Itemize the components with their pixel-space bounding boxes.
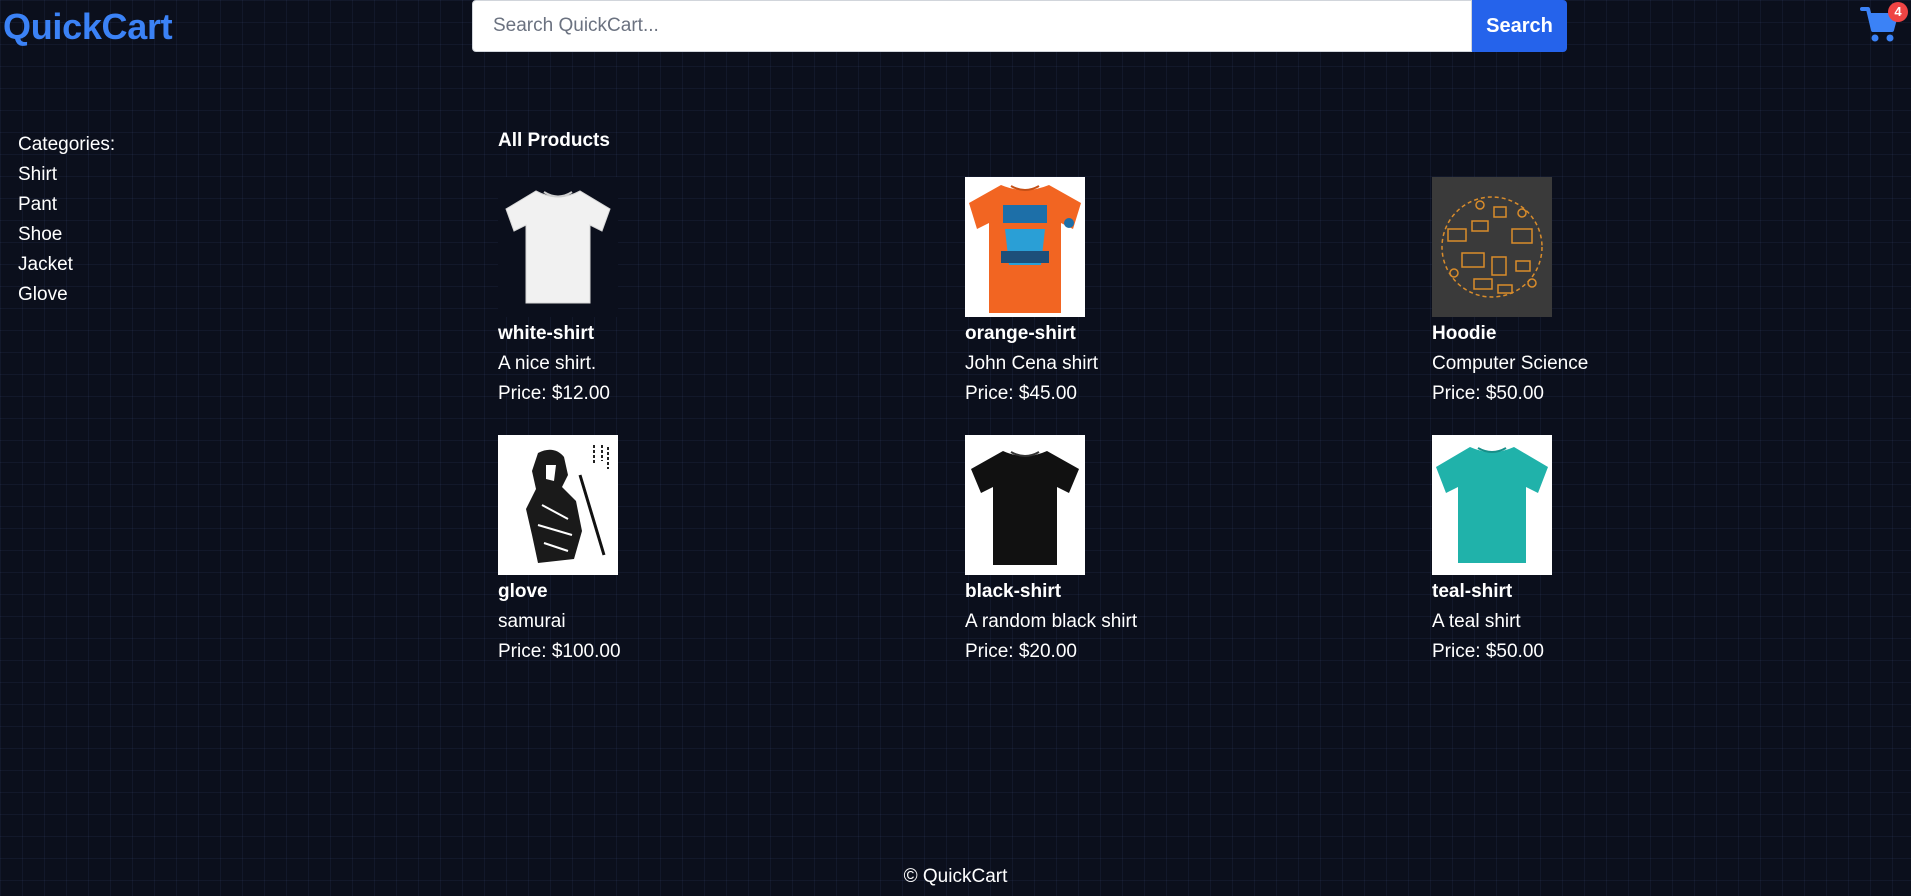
product-grid: white-shirt A nice shirt. Price: $12.00 …: [498, 177, 1898, 667]
teal-shirt-image[interactable]: [1432, 435, 1552, 575]
footer-copyright: © QuickCart: [903, 866, 1008, 887]
glove-image[interactable]: [498, 435, 618, 575]
product-description: A random black shirt: [965, 611, 1138, 632]
product-card[interactable]: teal-shirt A teal shirt Price: $50.00: [1432, 435, 1899, 667]
product-card[interactable]: glove samurai Price: $100.00: [498, 435, 965, 667]
site-logo[interactable]: QuickCart: [3, 6, 173, 48]
product-name: black-shirt: [965, 581, 1062, 602]
product-price: Price: $45.00: [965, 383, 1077, 404]
product-card[interactable]: black-shirt A random black shirt Price: …: [965, 435, 1432, 667]
search-bar: Search: [472, 0, 1567, 52]
page-title: All Products: [498, 130, 610, 151]
categories-heading: Categories:: [18, 134, 116, 155]
product-name: white-shirt: [498, 323, 595, 344]
product-description: A teal shirt: [1432, 611, 1521, 632]
product-price: Price: $50.00: [1432, 641, 1544, 662]
product-card[interactable]: Hoodie Computer Science Price: $50.00: [1432, 177, 1899, 409]
product-price: Price: $20.00: [965, 641, 1077, 662]
product-card[interactable]: white-shirt A nice shirt. Price: $12.00: [498, 177, 965, 409]
cart-button[interactable]: 4: [1860, 2, 1908, 46]
category-link-glove[interactable]: Glove: [18, 280, 115, 310]
product-price: Price: $50.00: [1432, 383, 1544, 404]
category-sidebar: Categories: Shirt Pant Shoe Jacket Glove: [18, 130, 115, 310]
product-description: samurai: [498, 611, 566, 632]
product-name: teal-shirt: [1432, 581, 1513, 602]
product-description: A nice shirt.: [498, 353, 597, 374]
white-shirt-image[interactable]: [498, 177, 618, 317]
product-name: glove: [498, 581, 548, 602]
category-link-pant[interactable]: Pant: [18, 190, 115, 220]
cart-count-badge: 4: [1888, 2, 1908, 22]
hoodie-image[interactable]: [1432, 177, 1552, 317]
search-button[interactable]: Search: [1472, 0, 1567, 52]
product-price: Price: $100.00: [498, 641, 621, 662]
category-link-jacket[interactable]: Jacket: [18, 250, 115, 280]
product-price: Price: $12.00: [498, 383, 610, 404]
product-description: John Cena shirt: [965, 353, 1099, 374]
product-name: orange-shirt: [965, 323, 1076, 344]
product-description: Computer Science: [1432, 353, 1589, 374]
category-link-shoe[interactable]: Shoe: [18, 220, 115, 250]
black-shirt-image[interactable]: [965, 435, 1085, 575]
category-link-shirt[interactable]: Shirt: [18, 160, 115, 190]
search-input[interactable]: [472, 0, 1472, 52]
product-name: Hoodie: [1432, 323, 1497, 344]
orange-shirt-image[interactable]: [965, 177, 1085, 317]
product-card[interactable]: orange-shirt John Cena shirt Price: $45.…: [965, 177, 1432, 409]
